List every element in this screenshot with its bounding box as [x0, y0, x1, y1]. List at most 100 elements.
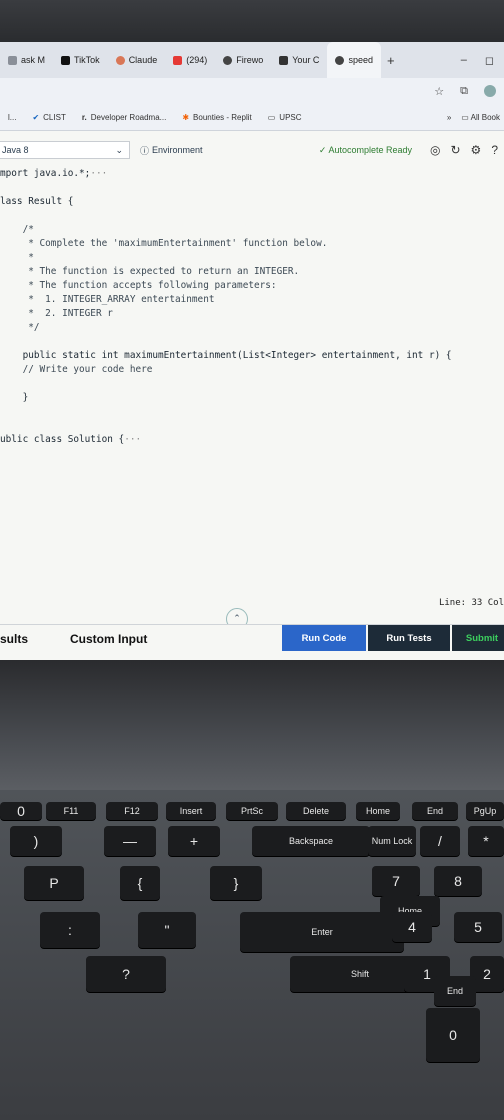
help-icon[interactable]: ? [491, 143, 498, 157]
bookmark-item[interactable]: ▭ UPSC [260, 113, 310, 122]
bookmark-label: CLIST [43, 112, 66, 122]
code-text: */ [0, 322, 40, 333]
screen-bezel [0, 0, 504, 42]
code-text: } [0, 392, 29, 403]
keyboard-key: * [468, 826, 504, 856]
bookmark-label: UPSC [279, 112, 302, 122]
tab-custom-input[interactable]: Custom Input [70, 632, 147, 646]
browser-tab[interactable]: Claude [108, 42, 166, 78]
tab-label: TikTok [74, 55, 100, 65]
language-select[interactable]: Java 8 ⌄ [0, 141, 130, 159]
code-line: } [0, 392, 29, 404]
code-line: * The function accepts following paramet… [0, 280, 276, 292]
folder-icon: ▭ [461, 112, 471, 122]
code-line: */ [0, 322, 40, 334]
keyboard-key: 8 [434, 866, 482, 896]
code-text: * 1. INTEGER_ARRAY entertainment [0, 294, 215, 305]
tab-favicon-icon [8, 55, 17, 65]
browser-tab[interactable]: TikTok [53, 42, 108, 78]
bookmark-item[interactable]: ✔ CLIST [24, 113, 73, 122]
code-line: public static int maximumEntertainment(L… [0, 350, 452, 362]
code-line: // Write your code here [0, 364, 153, 376]
keyboard-key: End [434, 976, 476, 1006]
code-text: // Write your code here [0, 364, 153, 375]
laptop-keyboard: 0 F11 F12 Insert PrtSc Delete Home End PgUp) — + Ba… [0, 790, 504, 1120]
keyboard-key: Num Lock [368, 826, 416, 856]
code-line: mport java.io.*;··· [0, 168, 107, 180]
keyboard-key: End [412, 802, 458, 820]
refresh-icon[interactable]: ↻ [450, 143, 460, 157]
bookmark-label: l... [8, 112, 17, 122]
keyboard-key: Backspace [252, 826, 370, 856]
environment-button[interactable]: ⓘ Environment [140, 144, 203, 157]
browser-tab[interactable]: speed [327, 42, 381, 78]
browser-tab-strip: ask M TikTok Claude (294) Firewo Your C … [0, 42, 504, 78]
amazon-icon [279, 55, 289, 65]
tab-label: Claude [128, 55, 158, 65]
keyboard-key: 0 [0, 802, 42, 820]
keyboard-key: 7 [372, 866, 420, 896]
code-text: ublic class Solution { [0, 434, 125, 445]
fold-ellipsis[interactable]: ··· [124, 434, 141, 445]
keyboard-key: 4 [392, 912, 432, 942]
check-shield-icon: ✓ [318, 144, 327, 155]
extensions-icon[interactable]: ⧉ [460, 85, 468, 98]
all-bookmarks-button[interactable]: ▭ All Book [461, 113, 500, 122]
code-text: mport java.io.*; [0, 168, 91, 179]
language-value: Java 8 [2, 145, 29, 155]
laptop-hinge [0, 660, 504, 800]
info-icon: ⓘ [140, 145, 150, 156]
firewo-icon [223, 55, 233, 65]
run-code-button[interactable]: Run Code [282, 625, 366, 651]
keyboard-key: 5 [454, 912, 502, 942]
keyboard-key: F12 [106, 802, 158, 820]
keyboard-key: PrtSc [226, 802, 278, 820]
keyboard-key: P [24, 866, 84, 900]
keyboard-key: + [168, 826, 220, 856]
tab-label: Your C [292, 55, 320, 65]
browser-tab[interactable]: Your C [271, 42, 327, 78]
browser-tab[interactable]: ask M [0, 42, 53, 78]
keyboard-key: } [210, 866, 262, 900]
theme-icon[interactable]: ◎ [430, 143, 440, 157]
keyboard-key: — [104, 826, 156, 856]
run-tests-button[interactable]: Run Tests [368, 625, 450, 651]
tab-label: (294) [186, 55, 208, 65]
code-editor[interactable]: mport java.io.*;··· lass Result { /* * Co… [0, 165, 504, 595]
code-line: * 2. INTEGER r [0, 308, 113, 320]
window-controls: – ◻ [461, 54, 504, 67]
star-icon[interactable]: ☆ [434, 85, 444, 98]
code-text: * The function is expected to return an … [0, 266, 300, 277]
tab-label: ask M [21, 55, 46, 65]
bookmark-item[interactable]: l... [0, 113, 24, 122]
restore-icon[interactable]: ◻ [485, 54, 494, 67]
address-bar-row: ☆ ⧉ [0, 78, 504, 104]
clist-icon: ✔ [32, 112, 40, 122]
settings-icon[interactable]: ⚙ [471, 143, 482, 157]
browser-tab[interactable]: Firewo [215, 42, 271, 78]
new-tab-button[interactable]: + [381, 53, 401, 68]
fold-ellipsis[interactable]: ··· [90, 168, 107, 179]
submit-button[interactable]: Submit [452, 625, 504, 651]
code-line: ublic class Solution {··· [0, 434, 141, 446]
keyboard-key: ? [86, 956, 166, 992]
laptop-screen: ask M TikTok Claude (294) Firewo Your C … [0, 0, 504, 660]
code-text: lass Result { [0, 196, 74, 207]
bookmark-item[interactable]: ✱ Bounties - Replit [174, 113, 259, 122]
bookmarks-right: » ▭ All Book [447, 113, 504, 122]
keyboard-key: Delete [286, 802, 346, 820]
autocomplete-status[interactable]: ✓ Autocomplete Ready [319, 145, 412, 156]
keyboard-key: { [120, 866, 160, 900]
profile-avatar-icon[interactable] [484, 85, 496, 97]
code-line: * The function is expected to return an … [0, 266, 299, 278]
minimize-icon[interactable]: – [461, 54, 467, 67]
code-line: * 1. INTEGER_ARRAY entertainment [0, 294, 214, 306]
code-text: /* [0, 224, 34, 235]
bookmark-item[interactable]: r. Developer Roadma... [74, 113, 175, 122]
tab-results[interactable]: sults [0, 632, 70, 646]
bookmark-label: Bounties - Replit [193, 112, 252, 122]
more-bookmarks-button[interactable]: » [447, 113, 451, 122]
chevron-down-icon: ⌄ [115, 144, 123, 155]
tab-label: speed [348, 55, 373, 65]
browser-tab[interactable]: (294) [165, 42, 215, 78]
